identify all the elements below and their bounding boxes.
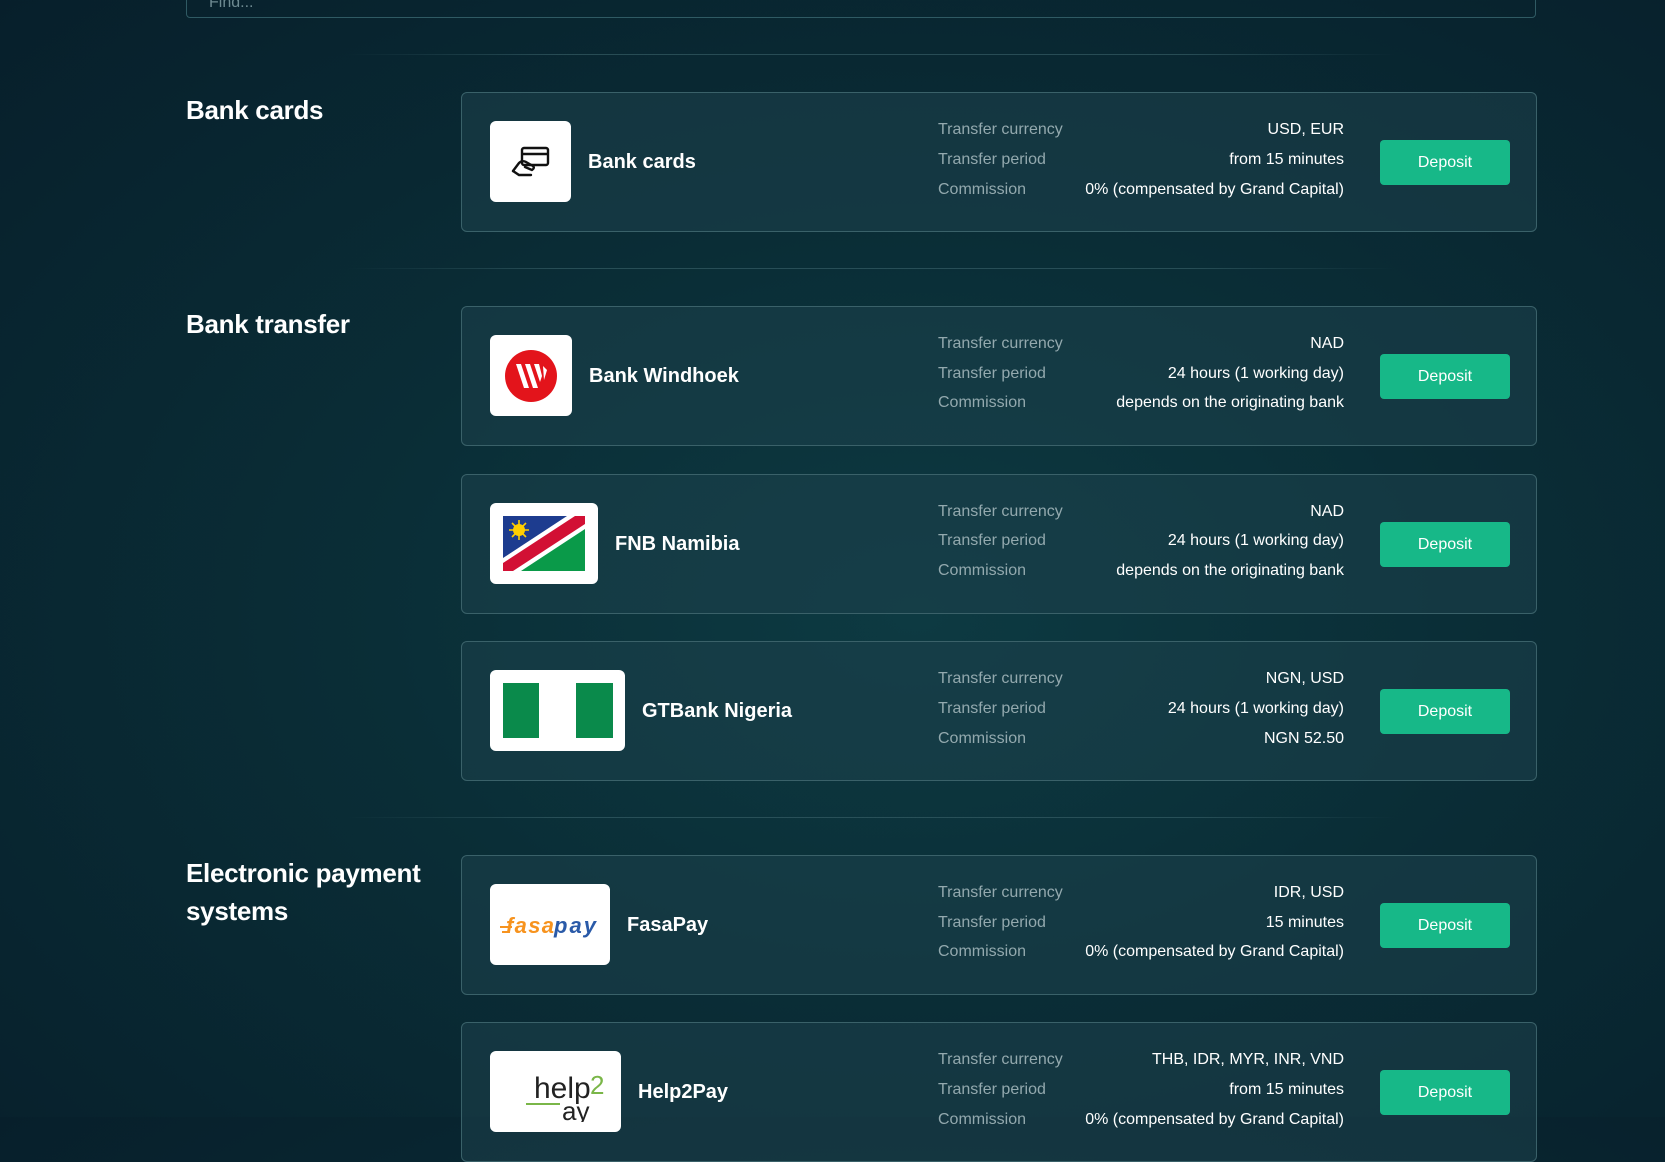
info-label: Commission xyxy=(938,181,1027,198)
info-label: Transfer currency xyxy=(938,884,1063,901)
svg-text:2: 2 xyxy=(590,1070,604,1100)
deposit-button[interactable]: Deposit xyxy=(1380,522,1510,567)
info-value: 24 hours (1 working day) xyxy=(1167,532,1344,549)
info-label: Transfer period xyxy=(938,532,1046,549)
svg-text:fasa: fasa xyxy=(506,913,554,938)
info-label: Transfer period xyxy=(938,365,1046,382)
method-name: FasaPay xyxy=(627,914,709,936)
svg-text:pay: pay xyxy=(553,913,598,938)
payment-method-card-gtbank-nigeria: GTBank Nigeria Transfer currency NGN, US… xyxy=(461,641,1537,781)
info-value: from 15 minutes xyxy=(1229,151,1344,168)
info-label: Transfer period xyxy=(938,700,1046,717)
info-row-commission: Commission NGN 52.50 xyxy=(938,728,1344,750)
info-label: Transfer period xyxy=(938,1081,1046,1098)
info-label: Transfer currency xyxy=(938,670,1063,687)
info-label: Transfer currency xyxy=(938,503,1063,520)
info-value: IDR, USD xyxy=(1273,884,1344,901)
info-value: from 15 minutes xyxy=(1229,1081,1344,1098)
info-value: NGN 52.50 xyxy=(1263,730,1344,747)
info-label: Transfer currency xyxy=(938,1051,1063,1068)
nigeria-flag-icon xyxy=(490,670,625,751)
payment-method-card-help2pay: help 2 ay Help2Pay Transfer currency THB… xyxy=(461,1022,1537,1162)
info-label: Commission xyxy=(938,943,1027,960)
info-label: Transfer currency xyxy=(938,335,1063,352)
info-label: Commission xyxy=(938,1111,1027,1128)
info-row-commission: Commission 0% (compensated by Grand Capi… xyxy=(938,1109,1344,1131)
info-value: 24 hours (1 working day) xyxy=(1167,700,1344,717)
info-value: 0% (compensated by Grand Capital) xyxy=(1085,1111,1344,1128)
section-title-electronic-payment-systems: Electronic payment systems xyxy=(186,858,421,926)
info-row-currency: Transfer currency NAD xyxy=(938,501,1344,523)
search-box[interactable] xyxy=(186,0,1536,18)
info-row-period: Transfer period 24 hours (1 working day) xyxy=(938,530,1344,552)
info-row-period: Transfer period 15 minutes xyxy=(938,912,1344,934)
payment-method-card-bank-windhoek: Bank Windhoek Transfer currency NAD Tran… xyxy=(461,306,1537,446)
info-row-currency: Transfer currency NGN, USD xyxy=(938,668,1344,690)
info-row-currency: Transfer currency USD, EUR xyxy=(938,119,1344,141)
method-name: FNB Namibia xyxy=(615,533,740,555)
info-row-commission: Commission depends on the originating ba… xyxy=(938,392,1344,414)
info-row-commission: Commission 0% (compensated by Grand Capi… xyxy=(938,941,1344,963)
method-name: Bank cards xyxy=(588,151,696,173)
info-row-currency: Transfer currency THB, IDR, MYR, INR, VN… xyxy=(938,1049,1344,1071)
info-value: 0% (compensated by Grand Capital) xyxy=(1085,181,1344,198)
deposit-button[interactable]: Deposit xyxy=(1380,903,1510,948)
card-in-hand-icon xyxy=(490,121,571,202)
info-value: THB, IDR, MYR, INR, VND xyxy=(1151,1051,1344,1068)
info-value: NAD xyxy=(1310,335,1344,352)
payment-method-card-fnb-namibia: FNB Namibia Transfer currency NAD Transf… xyxy=(461,474,1537,614)
info-value: USD, EUR xyxy=(1267,121,1344,138)
section-divider xyxy=(346,54,1396,55)
deposit-button[interactable]: Deposit xyxy=(1380,1070,1510,1115)
info-row-period: Transfer period 24 hours (1 working day) xyxy=(938,363,1344,385)
info-row-currency: Transfer currency NAD xyxy=(938,333,1344,355)
section-title-bank-transfer: Bank transfer xyxy=(186,309,350,339)
info-label: Commission xyxy=(938,730,1027,747)
info-label: Transfer period xyxy=(938,914,1046,931)
info-value: depends on the originating bank xyxy=(1116,562,1344,579)
fasapay-logo: fasa pay xyxy=(490,884,610,965)
info-value: NGN, USD xyxy=(1265,670,1344,687)
deposit-button[interactable]: Deposit xyxy=(1380,354,1510,399)
info-label: Transfer period xyxy=(938,151,1046,168)
info-row-period: Transfer period from 15 minutes xyxy=(938,1079,1344,1101)
info-row-commission: Commission depends on the originating ba… xyxy=(938,560,1344,582)
info-value: 24 hours (1 working day) xyxy=(1167,365,1344,382)
section-divider xyxy=(346,268,1396,269)
info-row-period: Transfer period 24 hours (1 working day) xyxy=(938,698,1344,720)
bank-windhoek-logo xyxy=(490,335,572,416)
info-label: Transfer currency xyxy=(938,121,1063,138)
info-value: depends on the originating bank xyxy=(1116,394,1344,411)
svg-text:ay: ay xyxy=(562,1096,589,1122)
method-name: GTBank Nigeria xyxy=(642,700,793,722)
method-name: Help2Pay xyxy=(638,1081,729,1103)
info-value: 0% (compensated by Grand Capital) xyxy=(1085,943,1344,960)
method-name: Bank Windhoek xyxy=(589,365,739,387)
info-label: Commission xyxy=(938,394,1027,411)
search-input[interactable] xyxy=(207,0,811,17)
deposit-button[interactable]: Deposit xyxy=(1380,689,1510,734)
info-label: Commission xyxy=(938,562,1027,579)
section-title-bank-cards: Bank cards xyxy=(186,95,324,125)
info-value: NAD xyxy=(1310,503,1344,520)
info-row-currency: Transfer currency IDR, USD xyxy=(938,882,1344,904)
section-divider xyxy=(346,817,1396,818)
info-row-commission: Commission 0% (compensated by Grand Capi… xyxy=(938,179,1344,201)
info-value: 15 minutes xyxy=(1265,914,1344,931)
deposit-button[interactable]: Deposit xyxy=(1380,140,1510,185)
payment-method-card-fasapay: fasa pay FasaPay Transfer currency IDR, … xyxy=(461,855,1537,995)
namibia-flag-icon xyxy=(490,503,598,584)
info-row-period: Transfer period from 15 minutes xyxy=(938,149,1344,171)
help2pay-logo: help 2 ay xyxy=(490,1051,621,1132)
payment-method-card-bank-cards: Bank cards Transfer currency USD, EUR Tr… xyxy=(461,92,1537,232)
